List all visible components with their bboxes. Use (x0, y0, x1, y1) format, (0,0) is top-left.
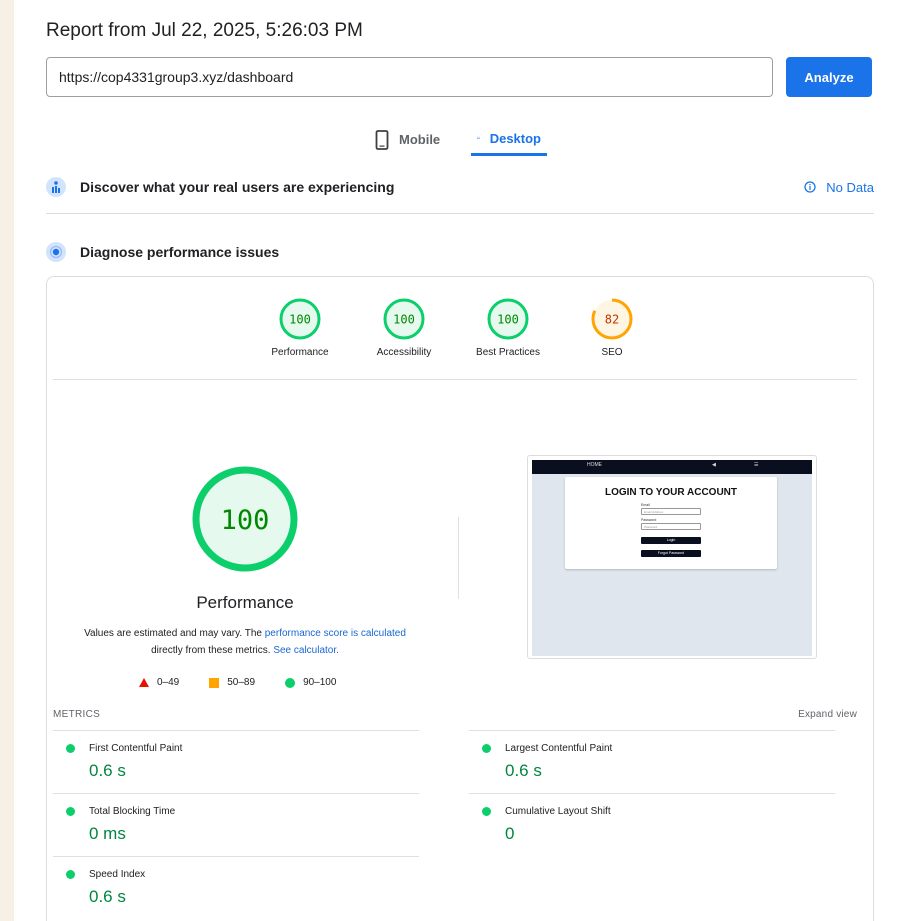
mobile-icon (375, 129, 389, 150)
screenshot-heading: LOGIN TO YOUR ACCOUNT (604, 487, 738, 498)
tab-mobile[interactable]: Mobile (369, 123, 461, 156)
screenshot-login-button: Login (641, 537, 701, 544)
gauges-divider (53, 379, 857, 380)
gauge-performance-value: 100 (289, 313, 311, 327)
gauge-best-practices[interactable]: 100 Best Practices (463, 297, 553, 358)
legend-pass: 90–100 (285, 677, 336, 688)
screenshot-email-field: Email Address (641, 508, 701, 515)
pass-circle-icon (66, 807, 75, 816)
metric-si-name: Speed Index (89, 869, 146, 880)
screenshot-password-placeholder: Password (644, 525, 658, 529)
no-data-label: No Data (826, 179, 874, 195)
score-gauges: 100 Performance 100 Accessibility 100 Be… (47, 277, 873, 380)
analyze-button[interactable]: Analyze (786, 57, 872, 97)
screenshot-nav-home: HOME (587, 462, 602, 468)
section-divider (46, 213, 874, 214)
screenshot-nav-icon: ◀ (712, 462, 716, 468)
screenshot-nav-icon: ☰ (754, 462, 759, 468)
legend-pass-label: 90–100 (303, 677, 337, 688)
tab-mobile-label: Mobile (399, 132, 441, 147)
real-users-label: Discover what your real users are experi… (80, 179, 395, 195)
desc-text-1: Values are estimated and may vary. The (84, 628, 265, 639)
no-data-link[interactable]: No Data (804, 180, 874, 195)
diagnose-section: Diagnose performance issues (46, 242, 874, 262)
metric-fcp-name: First Contentful Paint (89, 743, 183, 754)
screenshot-image: HOME ◀ ☰ LOGIN TO YOUR ACCOUNT Email Ema… (532, 460, 812, 656)
crux-icon (46, 177, 66, 197)
tab-desktop-label: Desktop (489, 130, 541, 146)
url-input[interactable] (46, 57, 773, 97)
gauge-seo-label: SEO (601, 347, 623, 358)
metric-fcp-value: 0.6 s (89, 761, 126, 780)
diagnose-label: Diagnose performance issues (80, 244, 280, 260)
desc-text-2: directly from these metrics. (151, 645, 274, 656)
desktop-icon (477, 136, 480, 139)
circle-icon (285, 677, 296, 688)
performance-big-value: 100 (221, 505, 270, 536)
metric-lcp: Largest Contentful Paint 0.6 s (469, 730, 835, 781)
gauge-best-practices-label: Best Practices (476, 347, 540, 358)
screenshot-email-placeholder: Email Address (644, 510, 664, 514)
gauge-performance-label: Performance (271, 347, 329, 358)
pass-circle-icon (482, 744, 491, 753)
final-screenshot[interactable]: HOME ◀ ☰ LOGIN TO YOUR ACCOUNT Email Ema… (527, 455, 817, 659)
metrics-header: METRICS Expand view (53, 709, 857, 720)
metric-cls-value: 0 (505, 824, 515, 843)
screenshot-nav: HOME ◀ ☰ (532, 460, 812, 474)
metric-si: Speed Index 0.6 s (53, 856, 419, 907)
legend-fail: 0–49 (139, 677, 179, 688)
gauge-accessibility-label: Accessibility (376, 347, 432, 358)
metric-tbt-value: 0 ms (89, 824, 126, 843)
metric-lcp-name: Largest Contentful Paint (505, 743, 613, 754)
lighthouse-icon (46, 242, 66, 262)
performance-title: Performance (196, 593, 294, 612)
score-calc-link[interactable]: performance score is calculated (265, 628, 406, 639)
tab-desktop[interactable]: Desktop (471, 123, 547, 156)
see-calculator-link[interactable]: See calculator. (273, 645, 339, 656)
legend-average: 50–89 (209, 677, 255, 688)
report-title: Report from Jul 22, 2025, 5:26:03 PM (46, 20, 363, 41)
performance-big-gauge: 100 (192, 466, 298, 572)
gauge-accessibility-value: 100 (393, 313, 415, 327)
triangle-icon (139, 678, 149, 687)
screenshot-forgot-button: Forgot Password (641, 550, 701, 557)
performance-description: Values are estimated and may vary. The p… (71, 625, 419, 659)
pass-circle-icon (66, 870, 75, 879)
real-users-section: Discover what your real users are experi… (46, 177, 874, 197)
gauge-performance[interactable]: 100 Performance (255, 297, 345, 358)
legend-average-label: 50–89 (227, 677, 256, 688)
pass-circle-icon (66, 744, 75, 753)
screenshot-login-card: LOGIN TO YOUR ACCOUNT Email Email Addres… (565, 477, 777, 569)
gauge-best-practices-ring: 100 (487, 298, 529, 340)
square-icon (209, 677, 220, 688)
legend-fail-label: 0–49 (157, 677, 180, 688)
metric-cls: Cumulative Layout Shift 0 (469, 793, 835, 844)
metric-tbt-name: Total Blocking Time (89, 806, 176, 817)
score-legend: 0–49 50–89 90–100 (139, 677, 366, 688)
vertical-divider (458, 517, 459, 599)
metrics-heading: METRICS (53, 709, 101, 720)
metric-lcp-value: 0.6 s (505, 761, 542, 780)
gauge-accessibility[interactable]: 100 Accessibility (359, 297, 449, 358)
pass-circle-icon (482, 807, 491, 816)
gauge-seo-value: 82 (605, 313, 619, 327)
metric-si-value: 0.6 s (89, 887, 126, 906)
metric-fcp: First Contentful Paint 0.6 s (53, 730, 419, 781)
report-page: Report from Jul 22, 2025, 5:26:03 PM Ana… (14, 0, 905, 921)
screenshot-password-label: Password (641, 518, 657, 522)
gauge-seo[interactable]: 82 SEO (567, 297, 657, 358)
metric-tbt: Total Blocking Time 0 ms (53, 793, 419, 844)
expand-view-toggle[interactable]: Expand view (798, 709, 857, 720)
info-icon (804, 181, 816, 193)
lighthouse-report: 100 Performance 100 Accessibility 100 Be… (46, 276, 874, 921)
screenshot-email-label: Email (641, 503, 650, 507)
gauge-performance-ring: 100 (279, 298, 321, 340)
metric-cls-name: Cumulative Layout Shift (505, 806, 611, 817)
gauge-seo-ring: 82 (591, 298, 633, 340)
gauge-best-practices-value: 100 (497, 313, 519, 327)
device-tabs: Mobile Desktop (369, 123, 547, 157)
screenshot-password-field: Password (641, 523, 701, 530)
gauge-accessibility-ring: 100 (383, 298, 425, 340)
